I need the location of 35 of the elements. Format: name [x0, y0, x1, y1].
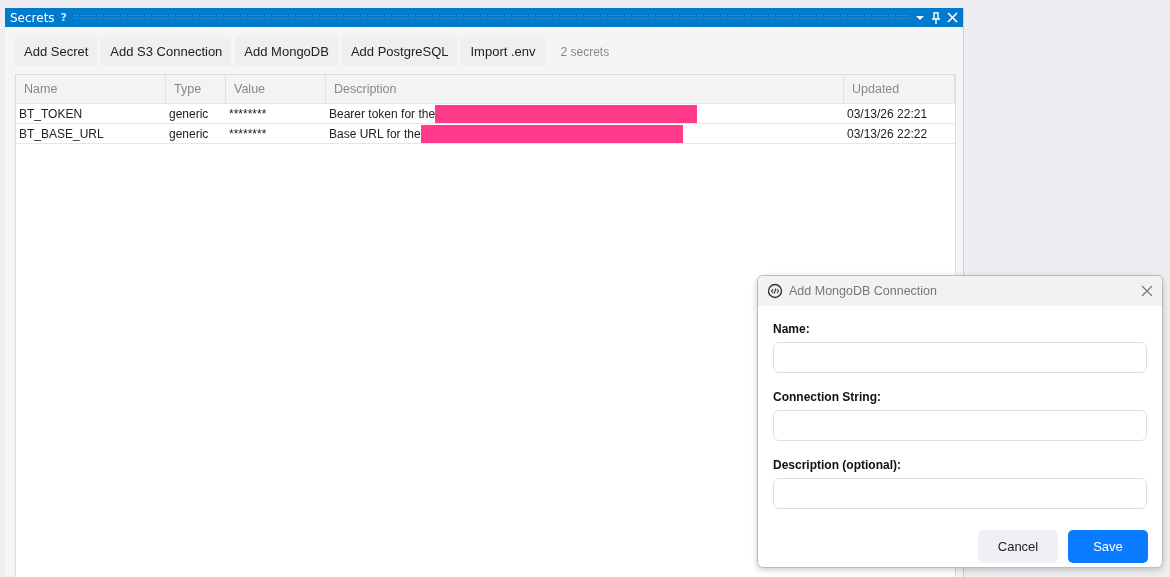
table-cell-text: generic [168, 125, 210, 143]
toolbar-button[interactable]: Add S3 Connection [101, 37, 232, 66]
column-header[interactable]: Updated [844, 75, 955, 103]
table-cell-text: generic [168, 105, 210, 123]
column-header[interactable]: Description [326, 75, 844, 103]
secret-count: 2 secrets [560, 44, 610, 59]
table-cell: Bearer token for the [329, 106, 436, 121]
table-cell-text: ******** [228, 105, 268, 123]
dialog-title: Add MongoDB Connection [789, 284, 938, 298]
code-icon [767, 283, 783, 299]
toolbar-button[interactable]: Add MongoDB [235, 37, 338, 66]
close-icon[interactable] [1141, 285, 1153, 297]
cancel-button[interactable]: Cancel [978, 530, 1058, 563]
input-field[interactable] [773, 478, 1147, 509]
table-cell-text: 03/13/26 22:22 [846, 125, 929, 143]
table-cell-text: ******** [228, 125, 268, 143]
window-title: Secrets [10, 10, 55, 25]
input-field[interactable] [773, 410, 1147, 441]
column-header[interactable]: Type [166, 75, 226, 103]
field-label: Name: [773, 322, 811, 336]
column-header[interactable]: Value [226, 75, 326, 103]
field-label: Description (optional): [773, 458, 902, 472]
toolbar-button[interactable]: Import .env [461, 37, 545, 66]
help-link[interactable]: ? [60, 11, 67, 24]
pin-icon[interactable] [931, 11, 941, 24]
table-cell-text: 03/13/26 22:21 [846, 105, 929, 123]
table-cell-text: BT_TOKEN [18, 105, 84, 123]
column-header[interactable]: Name [16, 75, 166, 103]
toolbar-button[interactable]: Add Secret [15, 37, 98, 66]
field-label: Connection String: [773, 390, 882, 404]
toolbar-button[interactable]: Add PostgreSQL [341, 37, 458, 66]
table-cell-text: BT_BASE_URL [18, 125, 105, 143]
save-button[interactable]: Save [1068, 530, 1148, 563]
table-cell: Base URL for the [329, 126, 421, 141]
input-field[interactable] [773, 342, 1147, 373]
